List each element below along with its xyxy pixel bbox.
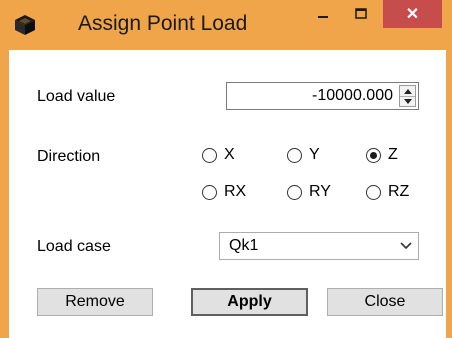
load-value-label: Load value — [37, 88, 116, 105]
apply-button[interactable]: Apply — [191, 288, 308, 316]
radio-z[interactable]: Z — [366, 144, 398, 166]
title-bar[interactable]: Assign Point Load ✕ — [0, 0, 452, 50]
radio-ry-label: RY — [309, 183, 331, 200]
radio-rz-label: RZ — [388, 183, 410, 200]
maximize-button[interactable] — [344, 0, 378, 28]
minimize-button[interactable] — [306, 0, 340, 28]
load-case-dropdown[interactable]: Qk1 — [219, 232, 419, 260]
radio-rx[interactable]: RX — [202, 181, 246, 203]
radio-x-circle[interactable] — [202, 147, 217, 163]
spin-down-button[interactable] — [400, 96, 415, 106]
load-value-input[interactable] — [229, 85, 397, 107]
load-case-selected: Qk1 — [229, 237, 259, 254]
radio-z-circle[interactable] — [366, 147, 381, 163]
remove-button[interactable]: Remove — [37, 288, 153, 316]
radio-y-circle[interactable] — [287, 147, 302, 163]
radio-ry[interactable]: RY — [287, 181, 331, 203]
radio-rz[interactable]: RZ — [366, 181, 409, 203]
load-case-label: Load case — [37, 238, 111, 255]
radio-ry-circle[interactable] — [287, 184, 302, 200]
arrow-up-icon — [403, 88, 412, 94]
radio-x-label: X — [224, 146, 235, 163]
close-button[interactable]: Close — [327, 288, 443, 316]
minimize-icon — [318, 16, 328, 18]
close-window-button[interactable]: ✕ — [383, 0, 442, 28]
load-value-stepper[interactable] — [226, 82, 419, 110]
dialog-body: Load value Direction X Y Z — [9, 50, 446, 338]
radio-selected-dot — [370, 151, 377, 159]
window-title: Assign Point Load — [78, 12, 248, 35]
maximize-icon — [355, 8, 367, 19]
cube-icon — [14, 14, 36, 36]
radio-rx-circle[interactable] — [202, 184, 217, 200]
radio-x[interactable]: X — [202, 144, 235, 166]
direction-label: Direction — [37, 148, 101, 165]
chevron-down-icon — [400, 242, 412, 250]
spin-buttons — [399, 85, 416, 107]
assign-point-load-window: Assign Point Load ✕ Load value -10000.00… — [0, 0, 452, 338]
arrow-down-icon — [403, 98, 412, 104]
radio-y[interactable]: Y — [287, 144, 320, 166]
radio-rz-circle[interactable] — [366, 184, 381, 200]
radio-y-label: Y — [309, 146, 320, 163]
radio-z-label: Z — [388, 146, 398, 163]
radio-rx-label: RX — [224, 183, 247, 200]
close-icon: ✕ — [405, 6, 420, 23]
